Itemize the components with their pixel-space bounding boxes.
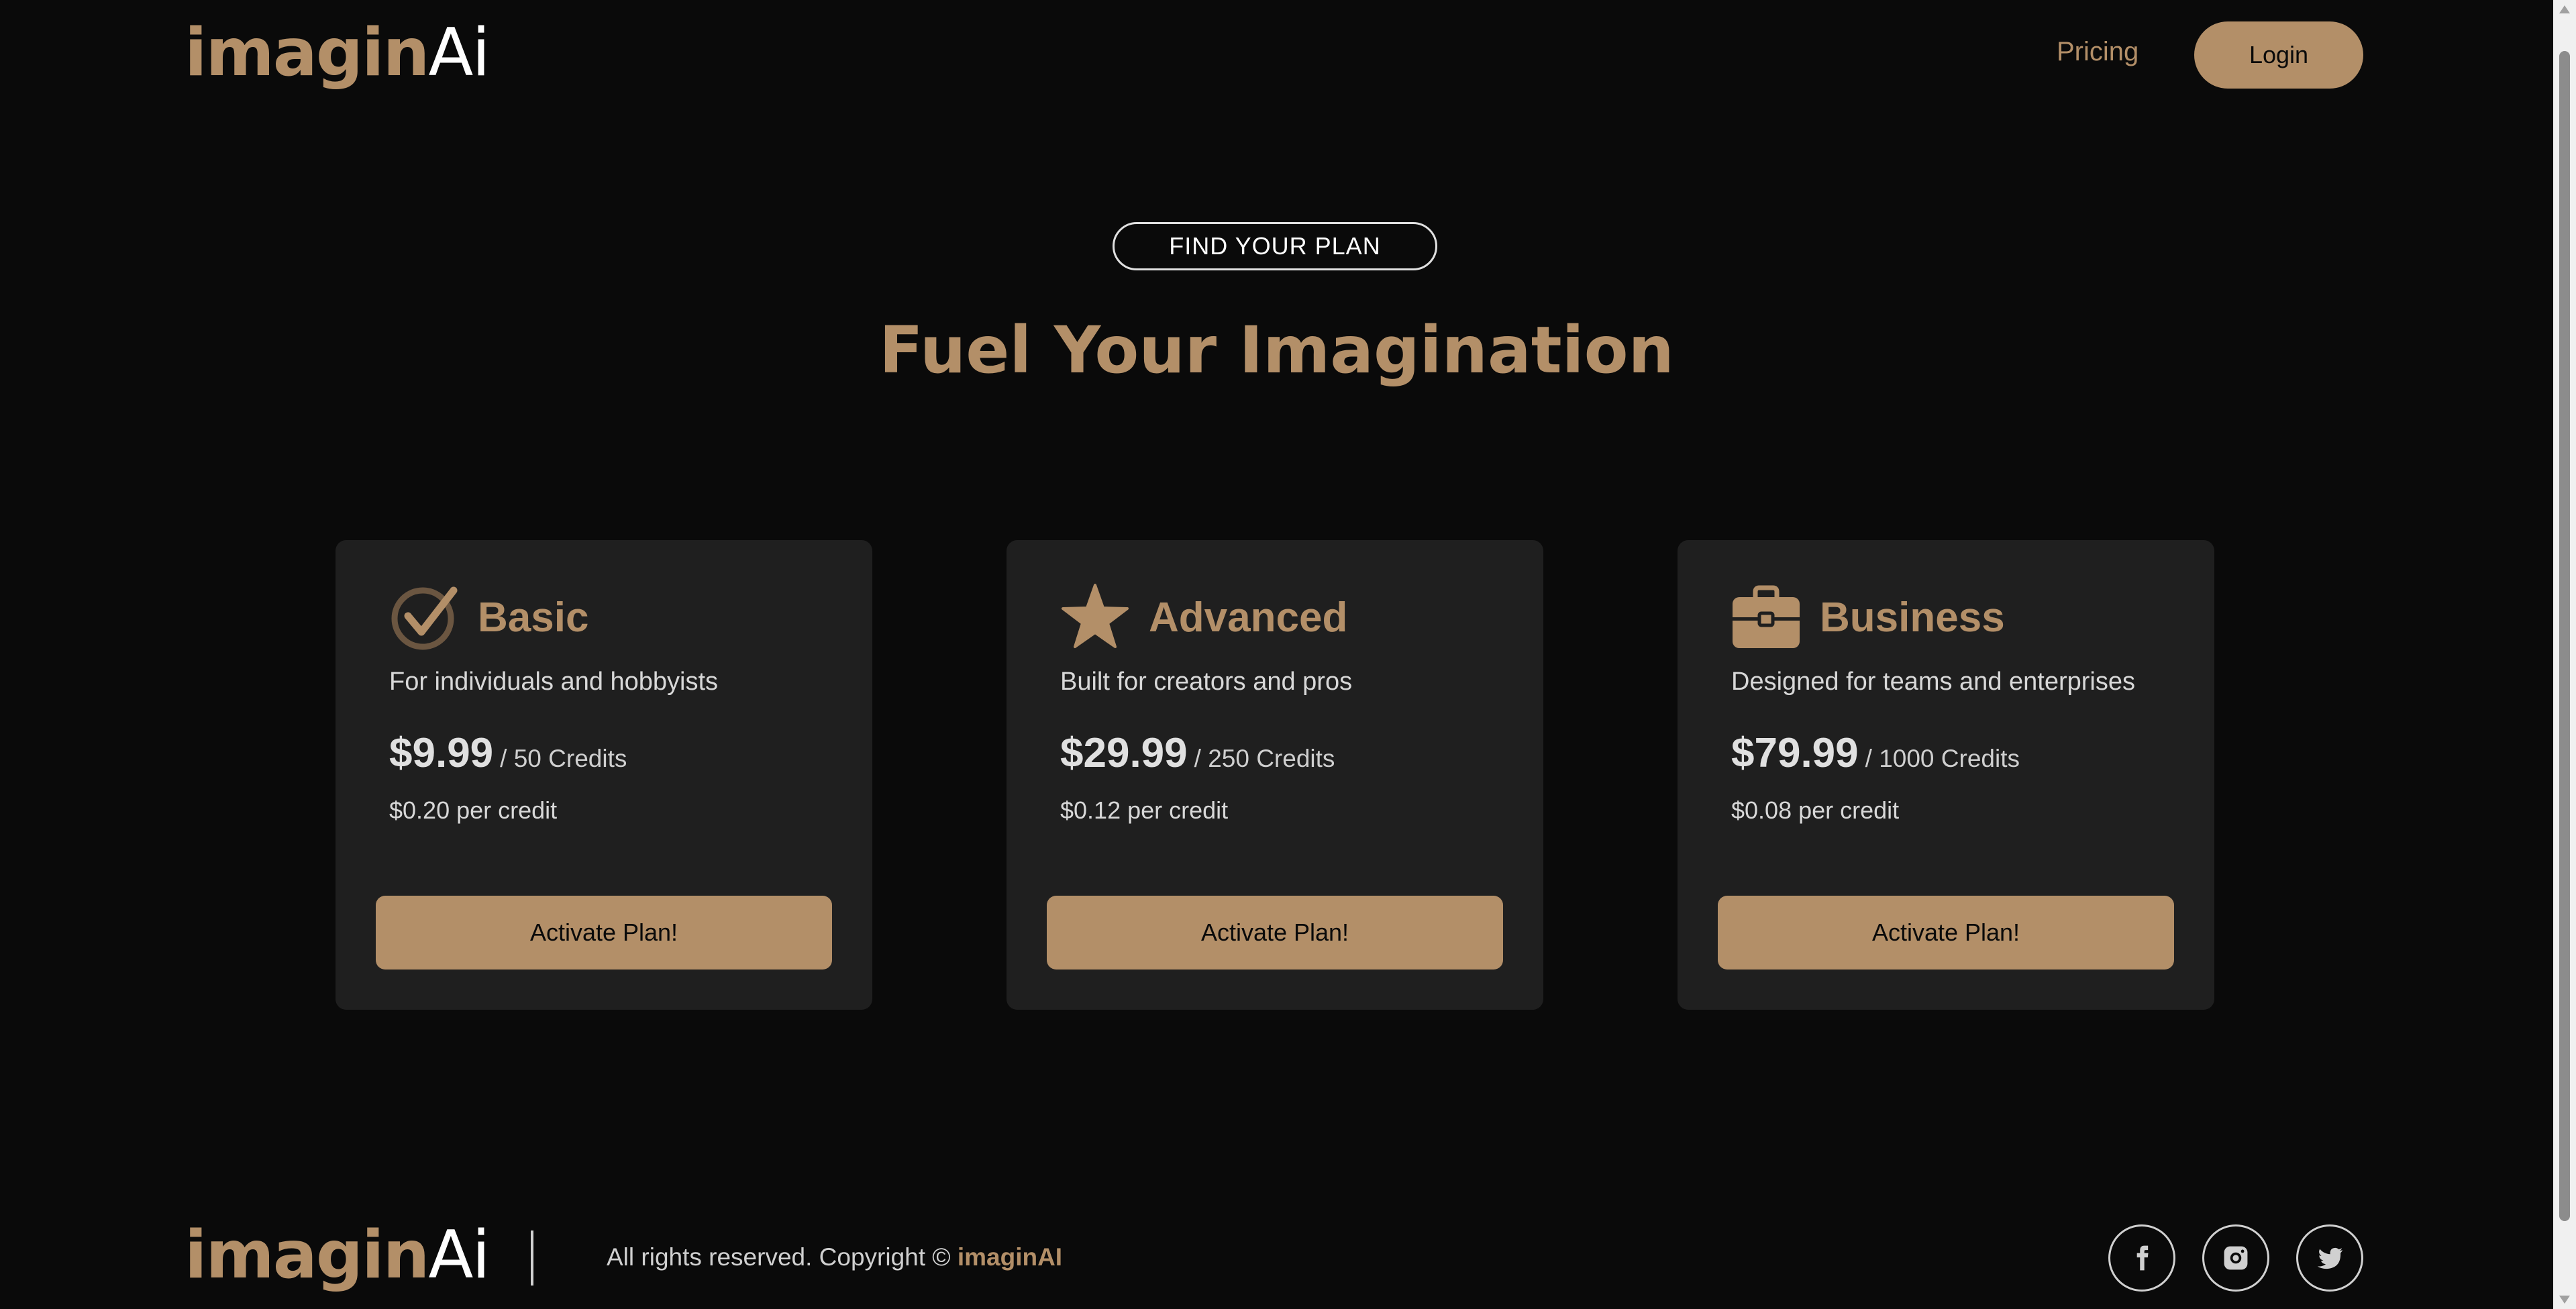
logo-wordmark: imagin (185, 15, 429, 91)
plan-description: For individuals and hobbyists (389, 668, 719, 696)
plan-rate: $0.20 per credit (389, 796, 558, 824)
plan-card-advanced: Advanced Built for creators and pros $29… (1007, 540, 1543, 1010)
brand-logo[interactable]: imaginAi (185, 20, 491, 86)
footer-divider (531, 1231, 533, 1286)
page-title: Fuel Your Imagination (879, 313, 1674, 388)
logo-wordmark: imagin (185, 1217, 429, 1294)
login-button[interactable]: Login (2194, 21, 2363, 89)
nav-link-pricing[interactable]: Pricing (2057, 37, 2139, 67)
copyright-text: All rights reserved. Copyright © imaginA… (607, 1243, 1062, 1271)
twitter-icon (2317, 1247, 2343, 1269)
instagram-link[interactable] (2202, 1224, 2269, 1292)
price-amount: $29.99 (1060, 730, 1188, 776)
plan-price: $79.99 / 1000 Credits (1731, 729, 2020, 777)
plan-card-basic: Basic For individuals and hobbyists $9.9… (336, 540, 872, 1010)
pricing-page: imaginAi Pricing Login FIND YOUR PLAN Fu… (0, 0, 2553, 1309)
copyright-brand: imaginAI (957, 1243, 1063, 1271)
plan-card-business: Business Designed for teams and enterpri… (1678, 540, 2214, 1010)
price-amount: $79.99 (1731, 730, 1859, 776)
plan-title: Business (1820, 594, 2005, 641)
activate-plan-button[interactable]: Activate Plan! (1718, 896, 2174, 970)
price-credits: / 250 Credits (1194, 745, 1335, 772)
briefcase-icon (1731, 582, 1801, 652)
facebook-link[interactable] (2108, 1224, 2175, 1292)
price-amount: $9.99 (389, 730, 494, 776)
instagram-icon (2224, 1246, 2248, 1270)
facebook-icon (2136, 1245, 2149, 1271)
plan-title: Basic (478, 594, 589, 641)
scroll-thumb[interactable] (2559, 51, 2570, 1221)
vertical-scrollbar[interactable] (2553, 0, 2576, 1309)
plan-title: Advanced (1149, 594, 1348, 641)
plan-card-header: Business (1731, 580, 2005, 654)
scroll-up-icon[interactable] (2559, 5, 2570, 13)
activate-plan-button[interactable]: Activate Plan! (1047, 896, 1503, 970)
plan-description: Built for creators and pros (1060, 668, 1353, 696)
footer-logo[interactable]: imaginAi (185, 1222, 491, 1288)
plan-price: $29.99 / 250 Credits (1060, 729, 1335, 777)
logo-ai-mark: Ai (428, 15, 490, 91)
star-icon (1060, 582, 1130, 652)
twitter-link[interactable] (2296, 1224, 2363, 1292)
price-credits: / 1000 Credits (1865, 745, 2020, 772)
plan-card-header: Basic (389, 580, 588, 654)
activate-plan-button[interactable]: Activate Plan! (376, 896, 832, 970)
scroll-down-icon[interactable] (2559, 1296, 2570, 1304)
price-credits: / 50 Credits (500, 745, 627, 772)
plan-rate: $0.08 per credit (1731, 796, 1900, 824)
plan-rate: $0.12 per credit (1060, 796, 1229, 824)
plan-price: $9.99 / 50 Credits (389, 729, 627, 777)
plan-description: Designed for teams and enterprises (1731, 668, 2135, 696)
plan-card-header: Advanced (1060, 580, 1347, 654)
copyright-label: All rights reserved. Copyright © (607, 1243, 958, 1271)
find-your-plan-badge: FIND YOUR PLAN (1113, 222, 1437, 270)
logo-ai-mark: Ai (428, 1217, 490, 1294)
check-circle-icon (389, 582, 459, 652)
